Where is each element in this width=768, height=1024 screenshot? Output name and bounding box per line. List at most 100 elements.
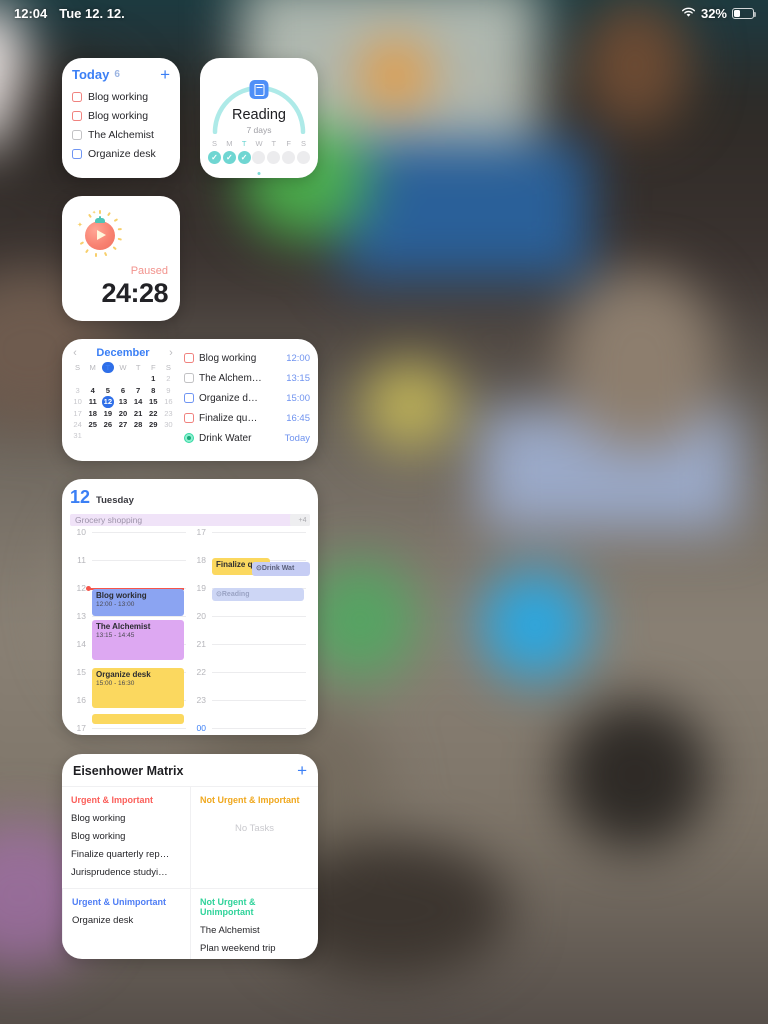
quadrant-item[interactable]: Finalize quarterly rep…: [71, 846, 181, 864]
cal-day[interactable]: 20: [115, 408, 130, 419]
chevron-left-icon[interactable]: ‹: [70, 347, 80, 359]
quadrant-urgent-unimportant[interactable]: Urgent & Unimportant Organize desk: [62, 888, 190, 959]
quadrant-item[interactable]: Blog working: [71, 828, 181, 846]
list-item[interactable]: The Alchem… 13:15: [184, 368, 310, 388]
checkbox-icon[interactable]: [72, 148, 82, 159]
habit-check-icon[interactable]: [237, 151, 251, 164]
quadrant-not-urgent-important[interactable]: Not Urgent & Important No Tasks: [190, 787, 318, 888]
cal-day[interactable]: 28: [131, 419, 146, 430]
cal-day[interactable]: 22: [146, 408, 161, 419]
checkbox-icon[interactable]: [184, 413, 194, 423]
cal-day[interactable]: 2: [161, 373, 176, 384]
cal-day[interactable]: 29: [146, 419, 161, 430]
habit-check-icon[interactable]: [222, 151, 236, 164]
cal-day[interactable]: 13: [115, 396, 130, 407]
habit-check-icon[interactable]: [296, 151, 310, 164]
checkbox-icon[interactable]: [72, 110, 82, 121]
cal-day[interactable]: 31: [70, 430, 85, 441]
schedule-event[interactable]: Blog working 12:00 - 13:00: [92, 589, 184, 616]
quadrant-item[interactable]: Blog working: [71, 810, 181, 828]
checkbox-icon[interactable]: [184, 353, 194, 363]
checkbox-icon[interactable]: [72, 129, 82, 140]
cal-day[interactable]: 7: [131, 385, 146, 396]
checkbox-icon[interactable]: [184, 373, 194, 383]
cal-day[interactable]: 25: [85, 419, 100, 430]
quadrant-item[interactable]: The Alchemist: [200, 922, 309, 940]
timer-time: 24:28: [101, 278, 168, 308]
cal-day[interactable]: 15: [146, 396, 161, 407]
cal-day[interactable]: 18: [85, 408, 100, 419]
add-task-button[interactable]: +: [297, 762, 307, 779]
chevron-right-icon[interactable]: ›: [166, 347, 176, 359]
cal-day[interactable]: 26: [100, 419, 115, 430]
checkbox-icon[interactable]: [72, 91, 82, 102]
habit-checkbox-icon[interactable]: [184, 433, 194, 443]
day-column-evening[interactable]: 17 18 19 20 21 22 23 00 Finalize q ⊙Drin…: [190, 527, 310, 733]
cal-day[interactable]: 5: [100, 385, 115, 396]
cal-day[interactable]: 23: [161, 408, 176, 419]
cal-day[interactable]: 1: [146, 373, 161, 384]
event-subtitle: 13:15 - 14:45: [96, 632, 135, 639]
cal-day[interactable]: 6: [115, 385, 130, 396]
cal-day[interactable]: 27: [115, 419, 130, 430]
list-item[interactable]: Drink Water Today: [184, 428, 310, 448]
quadrant-urgent-important[interactable]: Urgent & Important Blog working Blog wor…: [62, 787, 190, 888]
quadrant-item[interactable]: Plan weekend trip: [200, 940, 309, 958]
habit-check-icon[interactable]: [208, 151, 221, 164]
task-label: The Alchemist: [88, 128, 154, 141]
list-item[interactable]: Blog working: [72, 106, 170, 125]
cal-day[interactable]: 14: [131, 396, 146, 407]
hour-label: 16: [76, 695, 86, 705]
list-item[interactable]: Blog working: [72, 87, 170, 106]
day-schedule-widget[interactable]: 12 Tuesday Grocery shopping +4 10 11 12 …: [62, 479, 318, 735]
calendar-grid[interactable]: S M T W T F S 1 2 3 4 5 6 7 8 9 10 11 12…: [70, 362, 176, 442]
schedule-event-partial[interactable]: [92, 714, 184, 724]
cal-day-selected[interactable]: 12: [102, 396, 114, 408]
hour-label: 17: [196, 527, 206, 537]
event-title: Blog working: [96, 591, 147, 600]
quadrant-not-urgent-unimportant[interactable]: Not Urgent & Unimportant The Alchemist P…: [190, 888, 318, 959]
cal-day[interactable]: 21: [131, 408, 146, 419]
hour-label: 11: [77, 555, 86, 565]
habit-check-icon[interactable]: [267, 151, 281, 164]
cal-day[interactable]: 30: [161, 419, 176, 430]
list-item[interactable]: Organize desk: [72, 144, 170, 163]
habit-check-icon[interactable]: [252, 151, 266, 164]
list-item[interactable]: Organize d… 15:00: [184, 388, 310, 408]
cal-day[interactable]: 19: [100, 408, 115, 419]
cal-day[interactable]: 8: [146, 385, 161, 396]
schedule-event[interactable]: ⊙Drink Wat: [252, 562, 310, 576]
cal-day[interactable]: 17: [70, 408, 85, 419]
checkbox-icon[interactable]: [184, 393, 194, 403]
today-widget[interactable]: Today 6 + Blog working Blog working The …: [62, 58, 180, 178]
eisenhower-matrix-widget[interactable]: Eisenhower Matrix + Urgent & Important B…: [62, 754, 318, 959]
cal-day[interactable]: 11: [85, 396, 100, 407]
cal-day[interactable]: 16: [161, 396, 176, 407]
schedule-event[interactable]: The Alchemist 13:15 - 14:45: [92, 620, 184, 660]
quadrant-title: Urgent & Unimportant: [72, 897, 166, 907]
cal-day[interactable]: 4: [85, 385, 100, 396]
pomodoro-timer-widget[interactable]: ✦ ✦ Paused 24:28: [62, 196, 180, 321]
cal-day: [131, 430, 146, 441]
schedule-event[interactable]: ⊙Reading: [212, 588, 304, 601]
cal-day[interactable]: 24: [70, 419, 85, 430]
list-item[interactable]: Finalize qu… 16:45: [184, 408, 310, 428]
cal-day[interactable]: 9: [161, 385, 176, 396]
cal-day[interactable]: 3: [70, 385, 85, 396]
day-column-morning[interactable]: 10 11 12 13 14 15 16 17 Blog working 12:…: [70, 527, 190, 733]
quadrant-item[interactable]: Organize desk: [72, 912, 181, 930]
add-task-button[interactable]: +: [160, 66, 170, 83]
habit-dots: [208, 151, 310, 164]
schedule-event[interactable]: Organize desk 15:00 - 16:30: [92, 668, 184, 708]
more-events-badge[interactable]: +4: [290, 514, 310, 526]
quadrant-item[interactable]: Jurisprudence studyi…: [71, 864, 181, 882]
book-icon: [249, 80, 269, 99]
calendar-widget[interactable]: ‹ December › S M T W T F S 1 2 3 4 5 6 7…: [62, 339, 318, 461]
habit-check-icon[interactable]: [282, 151, 296, 164]
reading-habit-widget[interactable]: Reading 7 days S M T W T F S: [200, 58, 318, 178]
cal-day[interactable]: 10: [70, 396, 85, 407]
list-item[interactable]: The Alchemist: [72, 125, 170, 144]
all-day-event[interactable]: Grocery shopping +4: [70, 514, 310, 526]
hour-label: 13: [76, 611, 86, 621]
list-item[interactable]: Blog working 12:00: [184, 348, 310, 368]
